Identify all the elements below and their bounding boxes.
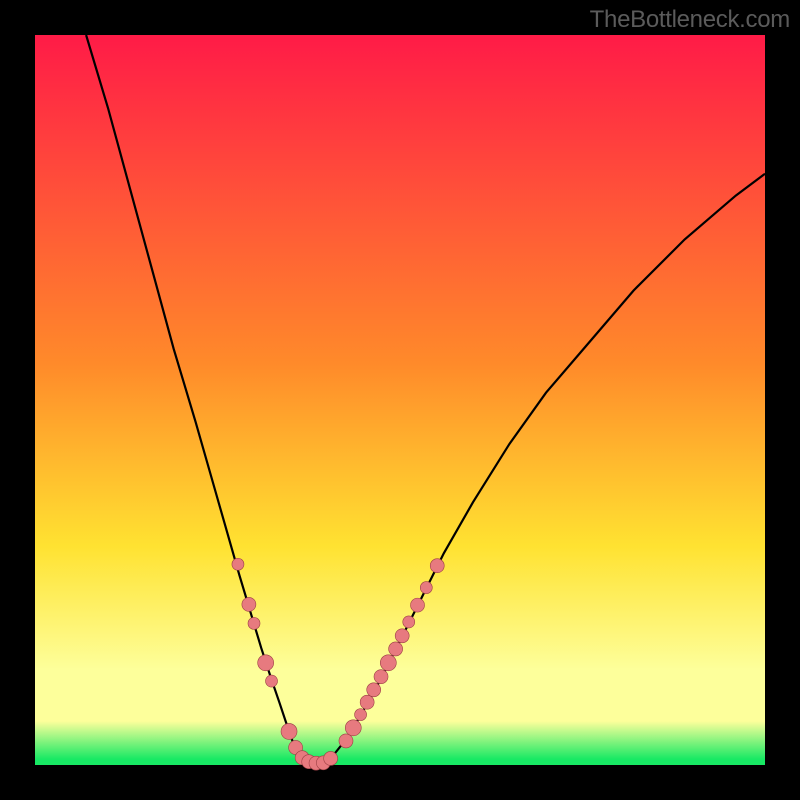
data-marker [374, 670, 388, 684]
chart-svg [35, 35, 765, 765]
data-marker [420, 582, 432, 594]
data-marker [395, 629, 409, 643]
data-marker [355, 709, 367, 721]
data-markers [232, 558, 444, 770]
data-marker [248, 617, 260, 629]
data-marker [360, 695, 374, 709]
data-marker [380, 655, 396, 671]
outer-frame: TheBottleneck.com [0, 0, 800, 800]
curve-path [86, 35, 765, 763]
data-marker [345, 720, 361, 736]
data-marker [232, 558, 244, 570]
data-marker [324, 751, 338, 765]
data-marker [411, 598, 425, 612]
data-marker [339, 734, 353, 748]
data-marker [281, 723, 297, 739]
data-marker [430, 559, 444, 573]
data-marker [403, 616, 415, 628]
data-marker [242, 597, 256, 611]
data-marker [258, 655, 274, 671]
data-marker [367, 683, 381, 697]
data-marker [389, 642, 403, 656]
data-marker [266, 675, 278, 687]
watermark-text: TheBottleneck.com [590, 6, 790, 34]
bottleneck-curve [86, 35, 765, 763]
